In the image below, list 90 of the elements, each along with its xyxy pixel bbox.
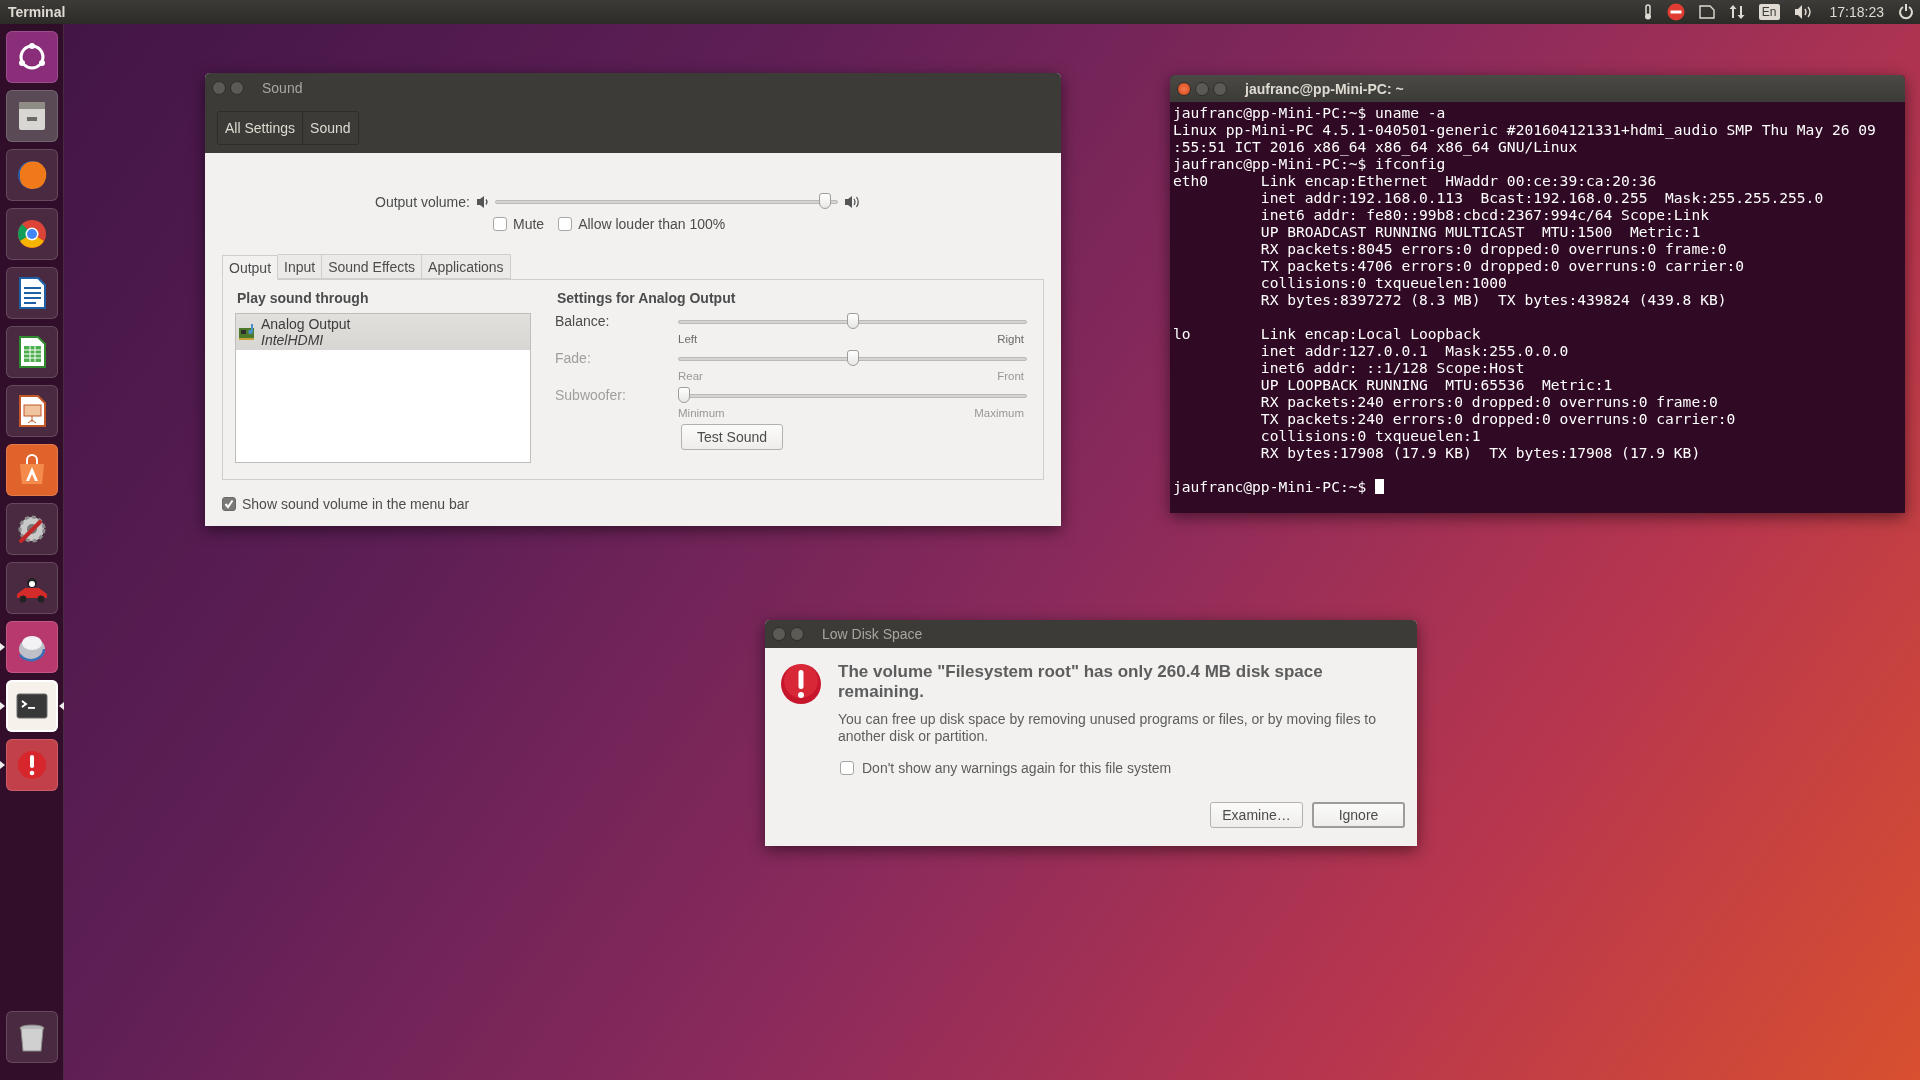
close-button[interactable] <box>1177 81 1191 96</box>
checkmark-icon <box>224 499 234 509</box>
checkbox[interactable] <box>493 217 507 231</box>
launcher-item[interactable] <box>5 31 58 83</box>
launcher-item[interactable] <box>5 621 58 673</box>
dialog-message: You can free up disk space by removing unused programs or files, or by moving files to another disk or partition. <box>838 711 1377 745</box>
launcher-item[interactable] <box>5 385 58 437</box>
tab[interactable]: Applications <box>422 254 511 279</box>
device-subtitle: IntelHDMI <box>261 332 325 348</box>
terminal-line: inet6 addr: fe80::99b8:cbcd:2367:994c/64 Scope:Link <box>1259 206 1709 223</box>
volume-label: Output volume: <box>375 194 470 210</box>
clock[interactable]: 17:18:23 <box>1829 4 1884 20</box>
terminal-line: inet addr:127.0.0.1 Mask:255.0.0.0 <box>1259 342 1569 359</box>
checkbox[interactable] <box>840 761 854 775</box>
tab[interactable]: Input <box>278 254 323 279</box>
launcher-item[interactable] <box>5 149 58 201</box>
dialog-button[interactable]: Examine… <box>1210 802 1303 828</box>
terminal-line: lo Link encap:Local Loopback <box>1173 325 1481 342</box>
thermometer-icon[interactable] <box>1642 4 1653 20</box>
launcher-item[interactable] <box>5 503 58 555</box>
tab[interactable]: Sound Effects <box>322 254 423 279</box>
slider-label: Fade: <box>555 350 592 368</box>
terminal-line: jaufranc@pp-Mini-PC:~$ uname -a <box>1173 104 1446 121</box>
terminal-line: Linux pp-Mini-PC 4.5.1-040501-generic #201604121331+hdmi_audio SMP Thu May 26 09 <box>1173 121 1876 138</box>
slider-label: Subwoofer: <box>555 387 627 405</box>
launcher-item[interactable] <box>5 680 58 732</box>
launcher-item[interactable] <box>5 267 58 319</box>
terminal-line: collisions:0 txqueuelen:1 <box>1259 427 1481 444</box>
window-title: Sound <box>262 80 303 96</box>
up-down-arrows-icon[interactable] <box>1728 4 1745 20</box>
tab[interactable]: Output <box>222 255 279 280</box>
checkbox[interactable] <box>222 497 236 511</box>
terminal-line: RX packets:8045 errors:0 dropped:0 overruns:0 frame:0 <box>1259 240 1727 257</box>
power-icon[interactable] <box>1898 4 1914 20</box>
app-title: Terminal <box>7 4 67 20</box>
slider[interactable] <box>678 313 1027 331</box>
slider-max-label: Right <box>997 333 1024 345</box>
terminal-line: UP BROADCAST RUNNING MULTICAST MTU:1500 Metric:1 <box>1259 223 1701 240</box>
slider-thumb[interactable] <box>846 313 859 329</box>
launcher-item[interactable] <box>5 739 58 791</box>
slider-min-label: Rear <box>678 370 703 382</box>
terminal-line: UP LOOPBACK RUNNING MTU:65536 Metric:1 <box>1259 376 1613 393</box>
terminal-line: TX packets:4706 errors:0 dropped:0 overruns:0 carrier:0 <box>1259 257 1745 274</box>
checkbox-label: Show sound volume in the menu bar <box>242 496 470 512</box>
launcher-item[interactable] <box>5 444 58 496</box>
launcher-item[interactable] <box>5 326 58 378</box>
terminal-line: inet addr:192.168.0.113 Bcast:192.168.0.255 Mask:255.255.255.0 <box>1259 189 1824 206</box>
terminal-line: jaufranc@pp-Mini-PC:~$ ifconfig <box>1173 155 1446 172</box>
terminal-line: collisions:0 txqueuelen:1000 <box>1259 274 1507 291</box>
terminal-line: TX packets:240 errors:0 dropped:0 overruns:0 carrier:0 <box>1259 410 1736 427</box>
no-entry-icon[interactable] <box>1666 3 1685 21</box>
slider-max-label: Front <box>997 370 1024 382</box>
breadcrumb-button[interactable]: Sound <box>302 112 358 144</box>
terminal-line: RX bytes:17908 (17.9 KB) TX bytes:17908 (17.9 KB) <box>1259 444 1701 461</box>
speaker-quiet-icon <box>475 195 489 209</box>
slider-min-label: Minimum <box>678 407 725 419</box>
checkbox-label: Don't show any warnings again for this file system <box>862 760 1172 776</box>
terminal-line: :55:51 ICT 2016 x86_64 x86_64 x86_64 GNU/Linux <box>1173 138 1578 155</box>
section-heading: Play sound through <box>237 290 370 306</box>
terminal-prompt: jaufranc@pp-Mini-PC:~$ <box>1173 478 1367 495</box>
device-row[interactable]: Analog Output IntelHDMI <box>236 314 530 350</box>
slider-thumb[interactable] <box>819 193 832 209</box>
terminal-line: RX bytes:8397272 (8.3 MB) TX bytes:439824 (439.8 KB) <box>1259 291 1727 308</box>
launcher-item[interactable] <box>5 1011 58 1063</box>
dialog-button[interactable]: Ignore <box>1312 802 1405 828</box>
test-sound-button[interactable]: Test Sound <box>681 424 784 450</box>
volume-slider[interactable] <box>494 193 838 211</box>
slider-max-label: Maximum <box>974 407 1024 419</box>
slider[interactable] <box>678 350 1027 368</box>
section-heading: Settings for Analog Output <box>557 290 737 306</box>
device-name: Analog Output <box>261 316 351 332</box>
speaker-loud-icon <box>843 195 860 209</box>
terminal-line: RX packets:240 errors:0 dropped:0 overruns:0 frame:0 <box>1259 393 1718 410</box>
checkbox[interactable] <box>558 217 573 231</box>
checkbox-label: Allow louder than 100% <box>578 216 726 232</box>
checkbox-label: Mute <box>513 216 545 232</box>
launcher-item[interactable] <box>5 208 58 260</box>
launcher-item[interactable] <box>5 90 58 142</box>
terminal-line: inet6 addr: ::1/128 Scope:Host <box>1259 359 1525 376</box>
terminal-line: eth0 Link encap:Ethernet HWaddr 00:ce:39:ca:20:36 <box>1173 172 1657 189</box>
volume-icon[interactable] <box>1793 4 1814 20</box>
window-title: Low Disk Space <box>822 626 923 642</box>
keyboard-layout-indicator[interactable]: En <box>1758 4 1780 20</box>
slider-min-label: Left <box>678 333 698 345</box>
exclamation-icon <box>779 662 823 706</box>
window-title: jaufranc@pp-Mini-PC: ~ <box>1245 80 1404 97</box>
slider[interactable] <box>678 387 1027 405</box>
dialog-heading: The volume "Filesystem root" has only 260.4 MB disk space remaining. <box>838 662 1324 702</box>
slider-label: Balance: <box>555 313 611 331</box>
memory-card-icon[interactable] <box>1698 5 1715 19</box>
